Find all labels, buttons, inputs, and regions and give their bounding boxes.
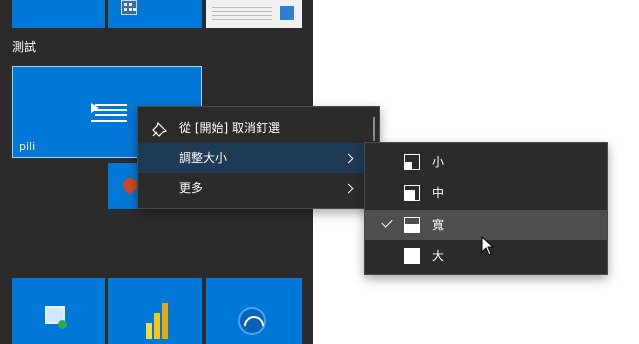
tile-photos[interactable] — [206, 0, 302, 28]
wifi-icon — [238, 307, 266, 335]
resize-label: 調整大小 — [179, 151, 228, 165]
size-small-item[interactable]: 小 — [365, 147, 607, 177]
unpin-from-start-item[interactable]: 從 [開始] 取消釘選 — [138, 113, 379, 143]
photo-icon — [280, 6, 294, 20]
calculator-icon — [121, 0, 137, 15]
size-label: 中 — [432, 186, 445, 200]
more-item[interactable]: 更多 — [138, 173, 379, 203]
mouse-pointer-icon — [481, 236, 495, 256]
size-medium-item[interactable]: 中 — [365, 178, 607, 208]
unpin-icon — [152, 121, 168, 137]
remote-desktop-icon — [45, 306, 67, 329]
tile-calculator[interactable] — [12, 0, 105, 28]
tile-context-menu: 從 [開始] 取消釘選 調整大小 更多 — [137, 106, 380, 209]
power-bi-icon — [146, 301, 168, 339]
tile-size-medium-icon — [404, 185, 420, 201]
tile-group-title[interactable]: 測試 — [12, 38, 36, 55]
tile-size-large-icon — [404, 248, 420, 264]
checkmark-icon — [381, 216, 393, 228]
tile-size-small-icon — [404, 154, 420, 170]
chevron-right-icon — [343, 183, 354, 194]
tile-size-wide-icon — [404, 217, 420, 233]
size-label: 寬 — [432, 218, 445, 232]
chevron-right-icon — [343, 153, 354, 164]
size-label: 大 — [432, 249, 445, 263]
tile-label: pili — [19, 140, 36, 153]
unpin-label: 從 [開始] 取消釘選 — [179, 121, 280, 135]
more-label: 更多 — [179, 181, 204, 195]
resize-item[interactable]: 調整大小 — [138, 143, 379, 173]
menu-lines-icon — [91, 103, 127, 122]
size-label: 小 — [432, 155, 445, 169]
